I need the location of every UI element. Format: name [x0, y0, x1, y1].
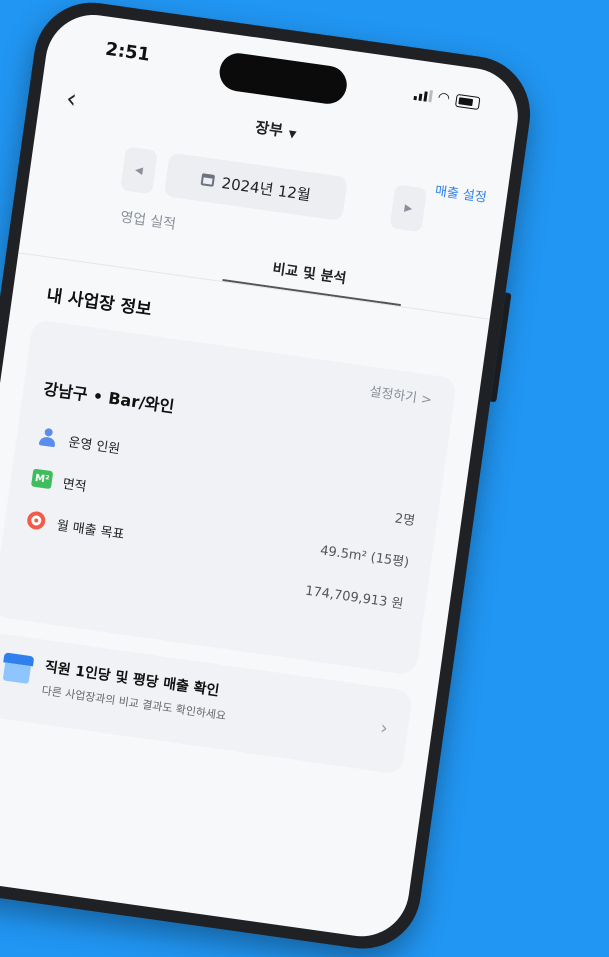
people-icon	[38, 427, 58, 447]
prev-month-button[interactable]: ◀	[120, 146, 158, 195]
dynamic-island	[217, 50, 350, 107]
section-title: 내 사업장 정보	[45, 285, 153, 321]
calendar-icon	[200, 173, 215, 187]
caret-down-icon: ▼	[287, 128, 297, 141]
signal-icon	[413, 87, 433, 103]
phone-screen: 2:51 ◠ ‹ 장부 ▼ 매출 설정 ◀ 2024년 12월 ▶ 영업 실적 비…	[0, 8, 525, 943]
store-icon	[1, 652, 35, 684]
info-label: 운영 인원	[67, 435, 121, 458]
next-month-button[interactable]: ▶	[389, 184, 428, 233]
month-picker[interactable]: 2024년 12월	[163, 152, 349, 222]
target-icon	[26, 510, 47, 531]
tab-sales-performance[interactable]: 영업 실적	[119, 206, 177, 234]
month-label: 2024년 12월	[220, 173, 312, 204]
wifi-icon: ◠	[436, 89, 452, 107]
info-value: 174,709,913 원	[304, 583, 405, 613]
ledger-title: 장부	[254, 118, 285, 140]
m2-area-icon: M²	[30, 468, 54, 490]
business-name: 강남구 • Bar/와인	[42, 379, 176, 417]
chevron-right-icon: ›	[379, 717, 390, 740]
tab-compare-analysis[interactable]: 비교 및 분석	[271, 258, 347, 288]
chevron-right-icon: ▶	[403, 202, 413, 215]
info-label: 면적	[61, 476, 88, 496]
phone-mockup: 2:51 ◠ ‹ 장부 ▼ 매출 설정 ◀ 2024년 12월 ▶ 영업 실적 비…	[0, 0, 538, 957]
business-info-card: 설정하기 > 강남구 • Bar/와인 운영 인원 2명 M² 면적 49.5m…	[0, 319, 458, 676]
battery-icon	[455, 93, 481, 110]
info-label: 월 매출 목표	[55, 518, 126, 543]
status-icons: ◠	[413, 86, 481, 111]
settings-link[interactable]: 설정하기 >	[368, 381, 433, 409]
chevron-left-icon: ◀	[134, 164, 144, 177]
status-time: 2:51	[104, 38, 152, 66]
